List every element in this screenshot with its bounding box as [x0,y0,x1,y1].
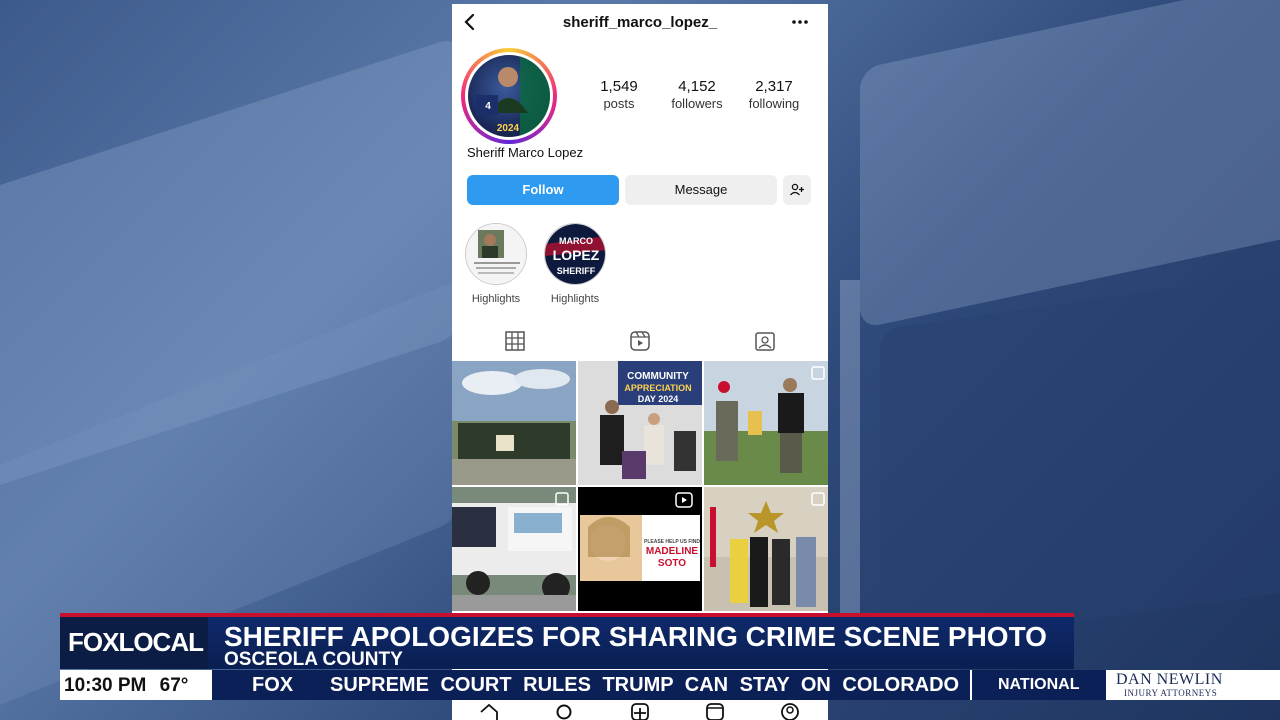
highlight-thumbnail [465,223,527,285]
avatar-story-ring[interactable]: 4 2024 [461,48,557,144]
follow-button[interactable]: Follow [467,175,619,205]
post-thumbnail[interactable]: PLEASE HELP US FIND MADELINE SOTO [578,487,702,611]
background-shape [880,270,1280,650]
highlight-label: Highlights [550,293,600,305]
reels-tab-icon[interactable] [629,330,651,352]
tagged-tab-icon[interactable] [754,330,776,352]
stat-value: 1,549 [600,78,638,95]
clock-time: 10:30 PM [64,675,147,696]
news-lower-third: FOXLOCAL SHERIFF APOLOGIZES FOR SHARING … [60,613,1074,670]
post-thumbnail[interactable]: COMMUNITY APPRECIATION DAY 2024 [578,361,702,485]
section-label: NATIONAL [998,676,1080,693]
post-image [704,361,828,485]
post-image [452,487,576,611]
more-options-icon[interactable] [790,12,810,32]
profile-icon[interactable] [780,702,800,720]
top-bar: sheriff_marco_lopez_ [452,4,828,40]
highlight-text: LOPEZ [553,247,600,263]
background-shape [840,280,860,620]
section-label-box: NATIONAL [970,670,1106,700]
temperature: 67° [159,675,189,696]
highlight-thumbnail: MARCO LOPEZ SHERIFF [544,223,606,285]
create-post-icon[interactable] [630,702,650,720]
post-text: MADELINE [646,546,699,557]
suggested-users-button[interactable] [783,175,811,205]
stat-following[interactable]: 2,317 following [734,78,814,111]
post-thumbnail[interactable] [704,361,828,485]
highlight-image [466,224,526,284]
sponsor-subtitle: INJURY ATTORNEYS [1124,688,1218,698]
stat-value: 2,317 [755,78,793,95]
sponsor-name: DAN NEWLIN [1116,671,1223,688]
home-icon[interactable] [479,702,499,720]
profile-username: sheriff_marco_lopez_ [562,14,718,31]
svg-text:COMMUNITY: COMMUNITY [627,371,689,382]
post-text: SOTO [658,558,686,569]
highlight-text: MARCO [559,236,593,246]
time-temp: 10:30 PM 67° [64,675,188,697]
post-thumbnail[interactable] [704,487,828,611]
post-image [704,487,828,611]
post-image: PLEASE HELP US FIND MADELINE SOTO [578,487,702,611]
post-image [452,361,576,485]
post-text: PLEASE HELP US FIND [644,539,700,545]
highlight-text: SHERIFF [557,266,596,276]
sponsor-logo: DAN NEWLIN INJURY ATTORNEYS [1106,670,1280,700]
ticker-brand: FOX [252,674,294,696]
svg-text:APPRECIATION: APPRECIATION [624,383,691,393]
svg-text:DAY 2024: DAY 2024 [638,394,679,404]
bottom-navigation [452,702,828,720]
ticker-text: SUPREME COURT RULES TRUMP CAN STAY ON CO… [330,674,960,696]
highlight-label: Highlights [471,293,521,305]
svg-text:4: 4 [485,101,491,112]
news-ticker: 10:30 PM 67° FOX SUPREME COURT RULES TRU… [60,670,1280,700]
reels-icon[interactable] [705,702,725,720]
news-subhead: OSCEOLA COUNTY [224,649,403,670]
stat-label: followers [671,96,723,111]
post-thumbnail[interactable] [452,487,576,611]
profile-tabs [452,326,828,358]
post-image: COMMUNITY APPRECIATION DAY 2024 [578,361,702,485]
stat-value: 4,152 [678,78,716,95]
search-icon[interactable] [554,702,574,720]
stat-label: posts [603,96,635,111]
stat-followers[interactable]: 4,152 followers [657,78,737,111]
grid-tab-icon[interactable] [504,330,526,352]
message-button[interactable]: Message [625,175,777,205]
highlight-image: MARCO LOPEZ SHERIFF [545,224,605,284]
add-person-icon [790,183,804,196]
logo-text: FOXLOCAL [68,627,204,657]
headline-box: SHERIFF APOLOGIZES FOR SHARING CRIME SCE… [208,613,1074,670]
story-highlight[interactable]: MARCO LOPEZ SHERIFF Highlights [543,223,607,305]
avatar-image: 4 2024 [476,55,550,137]
time-temp-box: 10:30 PM 67° [60,670,212,700]
profile-display-name: Sheriff Marco Lopez [467,145,584,160]
avatar-year-text: 2024 [497,123,520,134]
story-highlight[interactable]: Highlights [464,223,528,305]
ticker-bar: FOX SUPREME COURT RULES TRUMP CAN STAY O… [212,670,970,700]
avatar[interactable]: 4 2024 [465,52,553,140]
stat-label: following [748,96,800,111]
background-shape [860,0,1280,329]
stat-posts[interactable]: 1,549 posts [579,78,659,111]
fox-local-logo: FOXLOCAL [60,613,208,669]
post-thumbnail[interactable] [452,361,576,485]
